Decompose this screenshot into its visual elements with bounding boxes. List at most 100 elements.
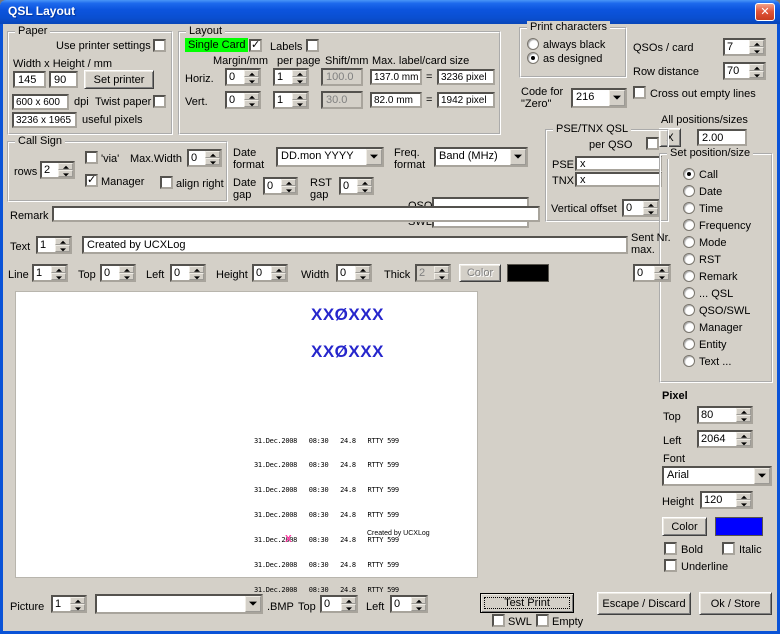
spin-down-icon[interactable] bbox=[119, 273, 134, 280]
text-index-spinner[interactable]: 1 bbox=[36, 236, 72, 254]
spin-up-icon[interactable] bbox=[119, 266, 134, 273]
spin-up-icon[interactable] bbox=[654, 266, 669, 273]
pixel-font-combo[interactable]: Arial bbox=[662, 466, 772, 486]
all-positions-field[interactable]: 2.00 bbox=[697, 129, 747, 146]
spin-up-icon[interactable] bbox=[51, 266, 66, 273]
paper-width-field[interactable]: 145 bbox=[13, 71, 46, 88]
spin-down-icon[interactable] bbox=[51, 273, 66, 280]
spin-down-icon[interactable] bbox=[58, 170, 73, 177]
ok-store-button[interactable]: Ok / Store bbox=[699, 592, 772, 615]
via-checkbox[interactable] bbox=[85, 151, 98, 164]
spin-up-icon[interactable] bbox=[749, 64, 764, 71]
spin-up-icon[interactable] bbox=[58, 163, 73, 170]
spin-down-icon[interactable] bbox=[189, 273, 204, 280]
set-pos-label-rst[interactable]: RST bbox=[699, 254, 721, 266]
single-card-checkbox[interactable] bbox=[249, 38, 262, 52]
row-distance-spinner[interactable]: 70 bbox=[723, 62, 766, 80]
spin-up-icon[interactable] bbox=[281, 179, 296, 186]
manager-label[interactable]: Manager bbox=[101, 176, 144, 188]
spin-down-icon[interactable] bbox=[643, 208, 658, 215]
spin-down-icon[interactable] bbox=[281, 186, 296, 193]
set-pos-label-manager[interactable]: Manager bbox=[699, 322, 742, 334]
spin-down-icon[interactable] bbox=[292, 77, 307, 84]
spin-up-icon[interactable] bbox=[189, 266, 204, 273]
spin-down-icon[interactable] bbox=[411, 604, 426, 611]
line-index-spinner[interactable]: 1 bbox=[32, 264, 68, 282]
labels-checkbox[interactable] bbox=[306, 39, 319, 52]
pixel-color-button[interactable]: Color bbox=[662, 517, 707, 536]
twist-paper-checkbox[interactable] bbox=[153, 95, 166, 108]
manager-checkbox[interactable] bbox=[85, 173, 98, 187]
align-right-checkbox[interactable] bbox=[160, 176, 173, 189]
date-format-combo[interactable]: DD.mon YYYY bbox=[276, 147, 384, 167]
set-pos-radio-qsl[interactable] bbox=[683, 287, 695, 299]
vert-margin-spinner[interactable]: 0 bbox=[225, 91, 261, 109]
set-pos-label-call[interactable]: Call bbox=[699, 169, 718, 181]
vertical-offset-spinner[interactable]: 0 bbox=[622, 199, 660, 217]
always-black-label[interactable]: always black bbox=[543, 39, 605, 51]
chevron-down-icon[interactable] bbox=[245, 596, 261, 612]
sent-nr-spinner[interactable]: 0 bbox=[633, 264, 671, 282]
set-printer-button[interactable]: Set printer bbox=[84, 70, 154, 89]
set-pos-radio-manager[interactable] bbox=[683, 321, 695, 333]
horiz-per-page-spinner[interactable]: 1 bbox=[273, 68, 309, 86]
spin-up-icon[interactable] bbox=[749, 40, 764, 47]
spin-down-icon[interactable] bbox=[244, 77, 259, 84]
set-pos-label-qsl[interactable]: ... QSL bbox=[699, 288, 733, 300]
rows-spinner[interactable]: 2 bbox=[40, 161, 75, 179]
title-bar[interactable]: QSL Layout bbox=[0, 0, 780, 24]
align-right-label[interactable]: align right bbox=[176, 178, 224, 190]
spin-up-icon[interactable] bbox=[244, 70, 259, 77]
italic-checkbox[interactable] bbox=[722, 542, 735, 555]
set-pos-label-text[interactable]: Text ... bbox=[699, 356, 731, 368]
spin-up-icon[interactable] bbox=[341, 597, 356, 604]
spin-down-icon[interactable] bbox=[205, 158, 220, 165]
date-gap-spinner[interactable]: 0 bbox=[263, 177, 298, 195]
code-zero-combo[interactable]: 216 bbox=[571, 88, 627, 108]
twist-paper-label[interactable]: Twist paper bbox=[95, 96, 151, 108]
set-pos-radio-call[interactable] bbox=[683, 168, 695, 180]
chevron-down-icon[interactable] bbox=[609, 90, 625, 106]
spin-up-icon[interactable] bbox=[736, 408, 751, 415]
card-preview[interactable]: XXØXXX XXØXXX 31.Dec.2008 08:30 24.8 RTT… bbox=[15, 291, 478, 594]
set-pos-radio-frequency[interactable] bbox=[683, 219, 695, 231]
set-pos-radio-date[interactable] bbox=[683, 185, 695, 197]
italic-label[interactable]: Italic bbox=[739, 544, 762, 556]
spin-down-icon[interactable] bbox=[736, 439, 751, 446]
use-printer-settings-checkbox[interactable] bbox=[153, 39, 166, 52]
rst-gap-spinner[interactable]: 0 bbox=[339, 177, 374, 195]
pixel-top-spinner[interactable]: 80 bbox=[697, 406, 753, 424]
set-pos-label-frequency[interactable]: Frequency bbox=[699, 220, 751, 232]
spin-up-icon[interactable] bbox=[643, 201, 658, 208]
spin-up-icon[interactable] bbox=[271, 266, 286, 273]
set-pos-radio-entity[interactable] bbox=[683, 338, 695, 350]
underline-label[interactable]: Underline bbox=[681, 561, 728, 573]
picture-index-spinner[interactable]: 1 bbox=[51, 595, 87, 613]
spin-down-icon[interactable] bbox=[749, 47, 764, 54]
chevron-down-icon[interactable] bbox=[510, 149, 526, 165]
vert-per-page-spinner[interactable]: 1 bbox=[273, 91, 309, 109]
always-black-radio[interactable] bbox=[527, 38, 539, 50]
as-designed-label[interactable]: as designed bbox=[543, 53, 602, 65]
set-pos-radio-qso-swl[interactable] bbox=[683, 304, 695, 316]
as-designed-radio[interactable] bbox=[527, 52, 539, 64]
spin-down-icon[interactable] bbox=[244, 100, 259, 107]
spin-down-icon[interactable] bbox=[749, 71, 764, 78]
pixel-left-spinner[interactable]: 2064 bbox=[697, 430, 753, 448]
single-card-label[interactable]: Single Card bbox=[185, 38, 249, 52]
tnx-field[interactable]: x bbox=[575, 172, 662, 187]
line-height-spinner[interactable]: 0 bbox=[252, 264, 288, 282]
escape-discard-button[interactable]: Escape / Discard bbox=[597, 592, 691, 615]
bold-checkbox[interactable] bbox=[664, 542, 677, 555]
spin-down-icon[interactable] bbox=[736, 500, 751, 507]
qsos-card-spinner[interactable]: 7 bbox=[723, 38, 766, 56]
cross-out-empty-lines-label[interactable]: Cross out empty lines bbox=[650, 88, 756, 100]
set-pos-label-time[interactable]: Time bbox=[699, 203, 723, 215]
underline-checkbox[interactable] bbox=[664, 559, 677, 572]
line-left-spinner[interactable]: 0 bbox=[170, 264, 206, 282]
spin-down-icon[interactable] bbox=[70, 604, 85, 611]
spin-up-icon[interactable] bbox=[411, 597, 426, 604]
spin-down-icon[interactable] bbox=[654, 273, 669, 280]
set-pos-label-qso-swl[interactable]: QSO/SWL bbox=[699, 305, 750, 317]
per-qso-checkbox[interactable] bbox=[646, 137, 659, 150]
